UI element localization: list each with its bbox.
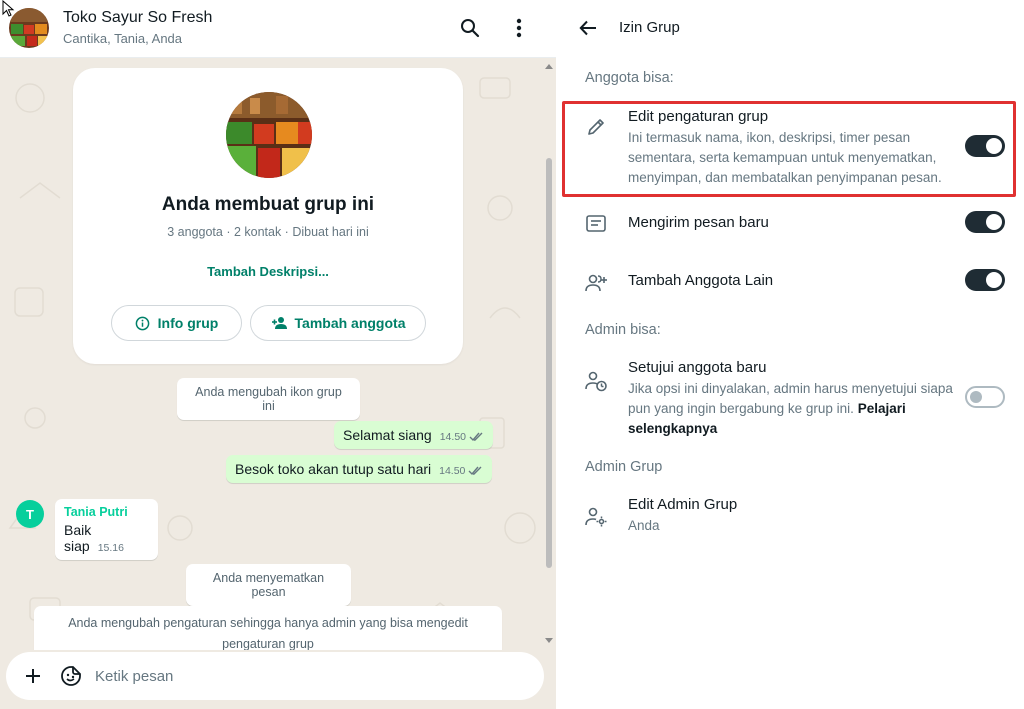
scroll-down-icon[interactable] [545,638,553,643]
sender-avatar-letter: T [26,506,34,522]
send-messages-row[interactable]: Mengirim pesan baru [557,205,1024,241]
message-time: 15.16 [97,542,124,554]
toggle-knob [986,272,1002,288]
sender-name[interactable]: Tania Putri [64,505,149,519]
message-composer [0,650,556,709]
outgoing-message[interactable]: Besok toko akan tutup satu hari 14.50 [226,455,493,483]
chat-title[interactable]: Toko Sayur So Fresh [63,9,212,27]
row-title: Edit Admin Grup [628,496,738,513]
plus-icon[interactable] [21,664,45,688]
intro-title: Anda membuat grup ini [161,194,375,215]
row-description: Jika opsi ini dinyalakan, admin harus me… [628,379,953,439]
intro-meta: 3 anggota · 2 kontak · Dibuat hari ini [167,225,369,239]
admins-can-label: Admin bisa: [585,322,661,338]
composer-box [6,652,544,700]
row-title: Mengirim pesan baru [628,214,769,231]
group-info-button[interactable]: Info grup [111,305,242,341]
panel-title: Izin Grup [619,19,680,36]
system-message: Anda mengubah ikon grup ini [177,378,360,420]
approve-member-icon [584,369,608,393]
incoming-message[interactable]: Tania Putri Baik siap 15.16 [55,499,158,560]
row-subtitle: Anda [628,518,660,533]
mouse-cursor-icon [2,0,15,17]
chat-scrollbar[interactable] [543,58,555,650]
group-intro-avatar[interactable] [226,92,312,178]
message-text: Besok toko akan tutup satu hari [235,461,432,477]
message-input[interactable] [95,661,525,691]
sender-avatar[interactable]: T [16,500,44,528]
add-members-toggle[interactable] [965,269,1005,291]
message-icon [584,212,608,236]
add-member-button[interactable]: Tambah anggota [250,305,426,341]
message-time: 14.50 [439,465,466,477]
group-info-label: Info grup [157,315,219,331]
chat-header[interactable]: Toko Sayur So Fresh Cantika, Tania, Anda [0,0,556,58]
read-ticks-icon [468,466,482,476]
more-vertical-icon[interactable] [505,14,533,42]
approve-members-toggle[interactable] [965,386,1005,408]
chat-body[interactable]: Anda membuat grup ini 3 anggota · 2 kont… [0,58,556,650]
chat-participants: Cantika, Tania, Anda [63,31,183,46]
search-icon[interactable] [456,14,484,42]
sticker-icon[interactable] [59,664,83,688]
scroll-up-icon[interactable] [545,64,553,69]
edit-admins-row[interactable]: Edit Admin Grup Anda [557,492,1024,542]
members-can-label: Anggota bisa: [585,70,674,86]
group-intro-card: Anda membuat grup ini 3 anggota · 2 kont… [73,68,463,364]
outgoing-message[interactable]: Selamat siang 14.50 [334,421,493,449]
add-member-label: Tambah anggota [294,315,406,331]
group-permissions-panel: Izin Grup Anggota bisa: Edit pengaturan … [557,0,1024,709]
approve-members-row[interactable]: Setujui anggota baru Jika opsi ini dinya… [557,356,1024,440]
send-messages-toggle[interactable] [965,211,1005,233]
system-message: Anda mengubah pengaturan sehingga hanya … [34,606,502,650]
scroll-thumb[interactable] [546,158,552,568]
read-ticks-icon [469,432,483,442]
toggle-knob [986,214,1002,230]
info-icon [135,316,150,330]
add-description-link[interactable]: Tambah Deskripsi... [73,264,463,279]
row-title: Setujui anggota baru [628,359,767,376]
row-title: Tambah Anggota Lain [628,272,774,289]
add-members-row[interactable]: Tambah Anggota Lain [557,263,1024,299]
add-person-icon [271,317,287,329]
system-message: Anda menyematkan pesan [186,564,351,606]
message-text: Baik siap [64,522,92,554]
highlight-box [562,101,1016,197]
message-time: 14.50 [439,431,466,443]
admin-settings-icon [584,505,608,529]
admin-group-label: Admin Grup [585,459,663,475]
message-text: Selamat siang [343,427,432,443]
add-members-icon [584,271,608,295]
toggle-knob [970,391,982,403]
back-arrow-icon[interactable] [574,14,602,42]
chat-pane: Toko Sayur So Fresh Cantika, Tania, Anda [0,0,556,709]
